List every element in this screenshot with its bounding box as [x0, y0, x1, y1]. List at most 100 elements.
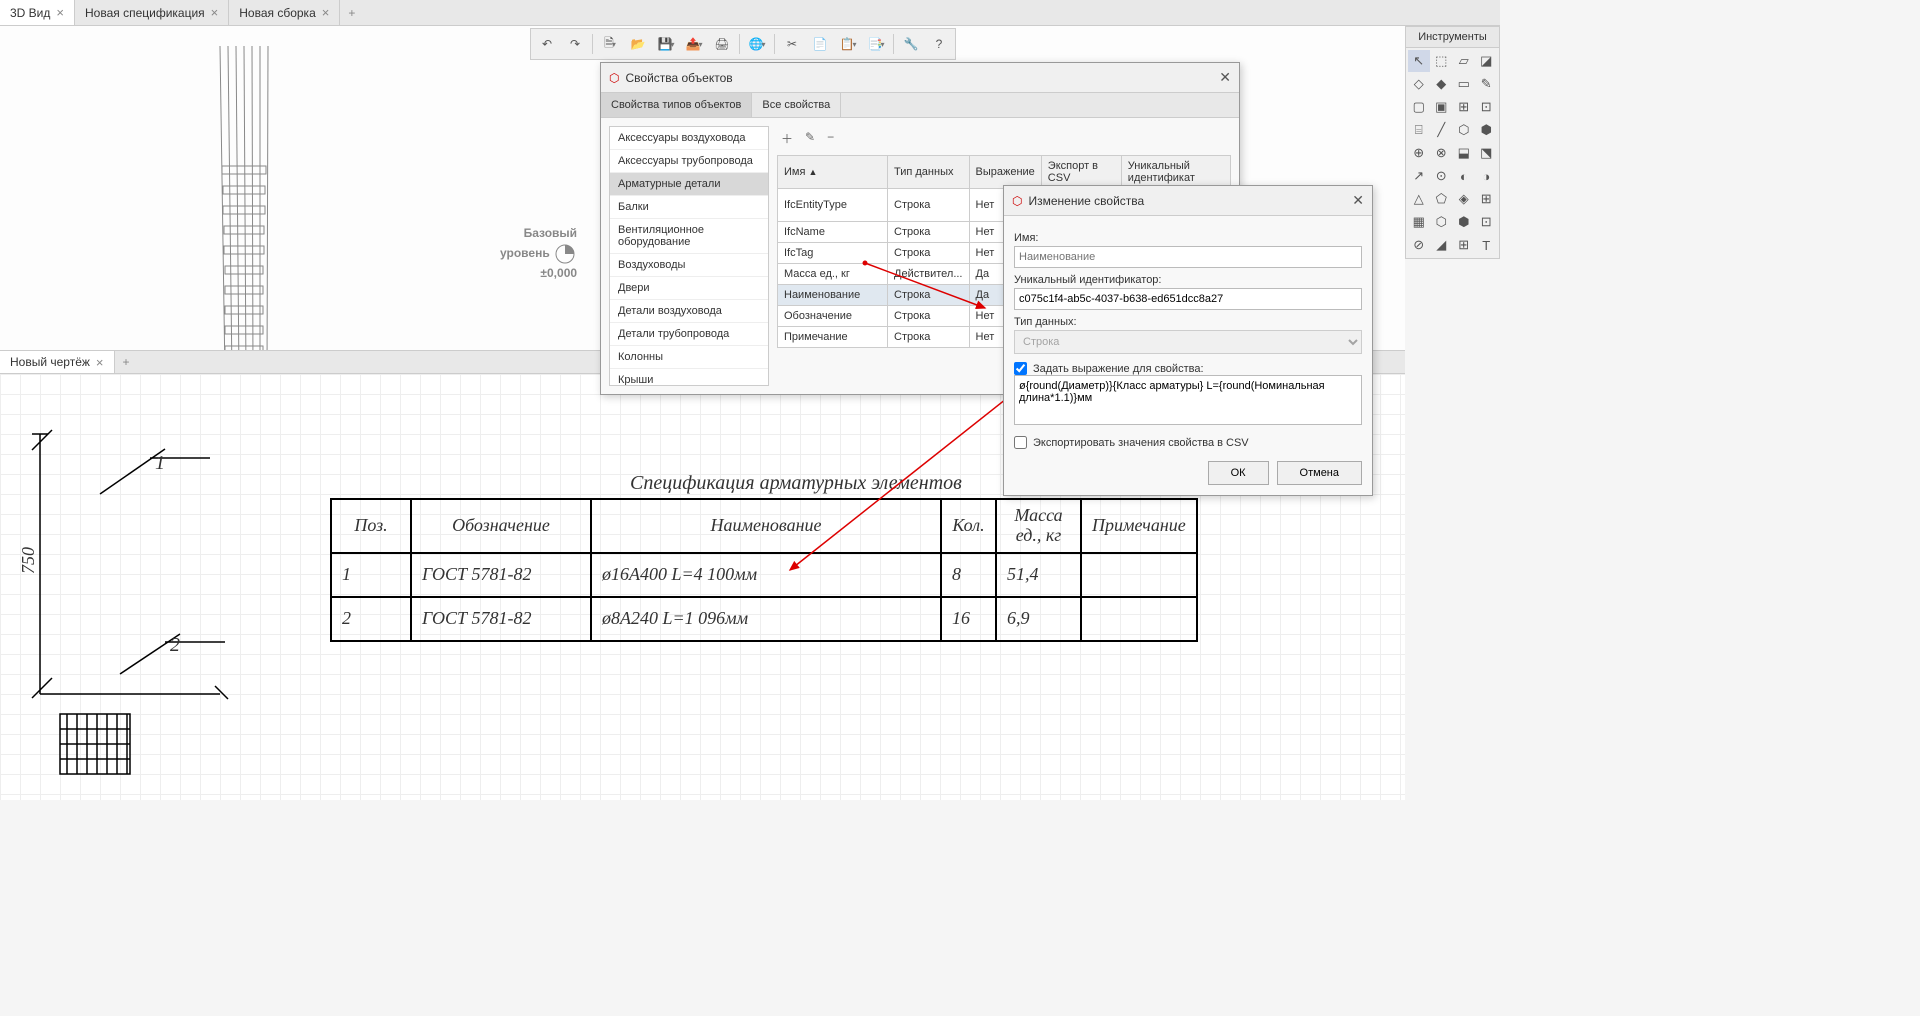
close-icon[interactable]: ✕ [1219, 69, 1231, 86]
tab-new-spec[interactable]: Новая спецификация × [75, 0, 229, 25]
dialog-edit-property: ⬡ Изменение свойства ✕ Имя: Уникальный и… [1003, 185, 1373, 496]
type-select[interactable]: Строка [1014, 330, 1362, 354]
tab-new-drawing[interactable]: Новый чертёж × [0, 351, 115, 373]
tool-7[interactable]: ▭ [1453, 73, 1475, 95]
help-button[interactable]: ? [926, 32, 952, 56]
cat-item[interactable]: Детали трубопровода [610, 323, 768, 346]
tab-new-assembly[interactable]: Новая сборка × [229, 0, 340, 25]
tool-18[interactable]: ⊗ [1431, 142, 1453, 164]
remove-prop-button[interactable]: − [827, 130, 834, 147]
main-tab-bar: 3D Вид × Новая спецификация × Новая сбор… [0, 0, 1500, 26]
cancel-button[interactable]: Отмена [1277, 461, 1362, 485]
cat-item[interactable]: Колонны [610, 346, 768, 369]
expr-checkbox[interactable] [1014, 362, 1027, 375]
close-icon[interactable]: × [322, 5, 330, 20]
add-prop-button[interactable]: ＋ [781, 130, 793, 147]
dialog-titlebar[interactable]: ⬡ Свойства объектов ✕ [601, 63, 1239, 93]
tool-11[interactable]: ⊞ [1453, 96, 1475, 118]
col-expr[interactable]: Выражение [969, 156, 1041, 189]
tool-24[interactable]: ◑ [1476, 165, 1498, 187]
cat-item[interactable]: Балки [610, 196, 768, 219]
tab-3d-view[interactable]: 3D Вид × [0, 0, 75, 25]
close-icon[interactable]: × [96, 355, 104, 370]
expression-textarea[interactable]: ø{round(Диаметр)}{Класс арматуры} L={rou… [1014, 375, 1362, 425]
tool-22[interactable]: ⊙ [1431, 165, 1453, 187]
cat-item[interactable]: Двери [610, 277, 768, 300]
ok-button[interactable]: ОК [1208, 461, 1269, 485]
tool-16[interactable]: ⬢ [1476, 119, 1498, 141]
cat-item[interactable]: Аксессуары трубопровода [610, 150, 768, 173]
cat-item[interactable]: Арматурные детали [610, 173, 768, 196]
tool-21[interactable]: ↗ [1408, 165, 1430, 187]
uid-input[interactable] [1014, 288, 1362, 310]
tool-27[interactable]: ◈ [1453, 188, 1475, 210]
tool-23[interactable]: ◐ [1453, 165, 1475, 187]
tab-type-props[interactable]: Свойства типов объектов [601, 93, 752, 117]
close-icon[interactable]: ✕ [1352, 192, 1364, 209]
tool-32[interactable]: ⊡ [1476, 211, 1498, 233]
csv-checkbox[interactable] [1014, 436, 1027, 449]
export-button[interactable]: 📤▾ [681, 32, 707, 56]
tool-19[interactable]: ⬓ [1453, 142, 1475, 164]
col-type[interactable]: Тип данных [888, 156, 970, 189]
cat-item[interactable]: Крыши [610, 369, 768, 386]
type-label: Тип данных: [1014, 316, 1362, 328]
share-button[interactable]: 🌐▾ [744, 32, 770, 56]
tool-9[interactable]: ▢ [1408, 96, 1430, 118]
col-csv[interactable]: Экспорт в CSV [1041, 156, 1121, 189]
open-button[interactable]: 📂 [625, 32, 651, 56]
edit-prop-button[interactable]: ✎ [805, 130, 815, 147]
line-tool[interactable]: ╱ [1431, 119, 1453, 141]
tool-35[interactable]: ⊞ [1453, 234, 1475, 256]
tool-5[interactable]: ◇ [1408, 73, 1430, 95]
pointer-tool[interactable]: ↖ [1408, 50, 1430, 72]
add-tab-button[interactable]: + [115, 351, 138, 373]
tool-28[interactable]: ⊞ [1476, 188, 1498, 210]
tool-17[interactable]: ⊕ [1408, 142, 1430, 164]
tool-8[interactable]: ✎ [1476, 73, 1498, 95]
tool-15[interactable]: ⬡ [1453, 119, 1475, 141]
cat-item[interactable]: Аксессуары воздуховода [610, 127, 768, 150]
tool-29[interactable]: ▦ [1408, 211, 1430, 233]
tool-26[interactable]: ⬠ [1431, 188, 1453, 210]
eraser-tool[interactable]: ◪ [1476, 50, 1498, 72]
print-button[interactable]: 🖨 [709, 32, 735, 56]
close-icon[interactable]: × [211, 5, 219, 20]
cell [1081, 553, 1197, 597]
cut-button[interactable]: ✂ [779, 32, 805, 56]
tool-12[interactable]: ⊡ [1476, 96, 1498, 118]
undo-button[interactable]: ↶ [534, 32, 560, 56]
tool-10[interactable]: ▣ [1431, 96, 1453, 118]
leader-label-1: 1 [155, 452, 165, 475]
cat-item[interactable]: Вентиляционное оборудование [610, 219, 768, 254]
paste-button[interactable]: 📋▾ [835, 32, 861, 56]
name-input[interactable] [1014, 246, 1362, 268]
col-uid[interactable]: Уникальный идентификат [1121, 156, 1230, 189]
tool-6[interactable]: ◆ [1431, 73, 1453, 95]
redo-button[interactable]: ↷ [562, 32, 588, 56]
tool-13[interactable]: ⌸ [1408, 119, 1430, 141]
tool-31[interactable]: ⬢ [1453, 211, 1475, 233]
copies-button[interactable]: 📑▾ [863, 32, 889, 56]
tool-34[interactable]: ◢ [1431, 234, 1453, 256]
tool-25[interactable]: △ [1408, 188, 1430, 210]
new-button[interactable]: 🗎▾ [597, 32, 623, 56]
tool-33[interactable]: ⊘ [1408, 234, 1430, 256]
tool-30[interactable]: ⬡ [1431, 211, 1453, 233]
category-list[interactable]: Аксессуары воздуховода Аксессуары трубоп… [609, 126, 769, 386]
dialog-titlebar[interactable]: ⬡ Изменение свойства ✕ [1004, 186, 1372, 216]
box-tool[interactable]: ▱ [1453, 50, 1475, 72]
cell: 1 [331, 553, 411, 597]
col-name[interactable]: Имя ▲ [778, 156, 888, 189]
cat-item[interactable]: Воздуховоды [610, 254, 768, 277]
tab-all-props[interactable]: Все свойства [752, 93, 841, 117]
close-icon[interactable]: × [56, 5, 64, 20]
save-button[interactable]: 💾▾ [653, 32, 679, 56]
cat-item[interactable]: Детали воздуховода [610, 300, 768, 323]
text-tool[interactable]: T [1476, 234, 1498, 256]
settings-button[interactable]: 🔧 [898, 32, 924, 56]
tool-20[interactable]: ⬔ [1476, 142, 1498, 164]
copy-button[interactable]: 📄 [807, 32, 833, 56]
select-tool[interactable]: ⬚ [1431, 50, 1453, 72]
add-tab-button[interactable]: + [340, 2, 363, 24]
